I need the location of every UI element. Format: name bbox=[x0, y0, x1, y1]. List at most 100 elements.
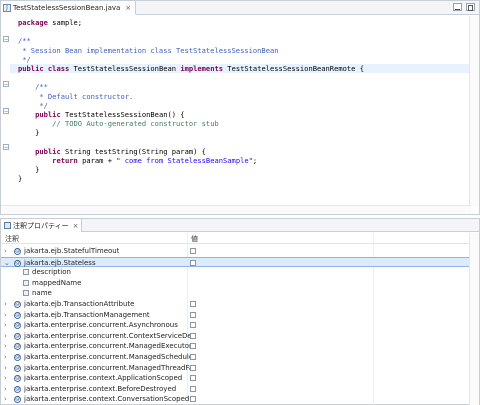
column-header-value[interactable]: 値 bbox=[191, 234, 198, 244]
expand-right-icon[interactable]: › bbox=[4, 246, 7, 256]
code-text: } bbox=[18, 174, 23, 184]
expand-right-icon[interactable]: › bbox=[4, 320, 7, 330]
annotation-row[interactable]: › @ jakarta.enterprise.concurrent.ManagedT… bbox=[1, 363, 471, 374]
code-line[interactable]: * Session Bean implementation class Test… bbox=[18, 46, 278, 55]
editor-window-controls bbox=[453, 3, 475, 11]
annotation-row[interactable]: › @ jakarta.enterprise.context.BeforeDestr… bbox=[1, 384, 471, 395]
code-text: param + bbox=[77, 156, 117, 165]
code-area[interactable]: − − − − package sample; /** * Session Bea… bbox=[1, 16, 471, 206]
fold-collapse-icon[interactable]: − bbox=[3, 81, 9, 88]
code-text: } bbox=[18, 128, 40, 138]
code-line[interactable]: /** bbox=[18, 82, 48, 91]
value-checkbox[interactable] bbox=[190, 259, 196, 266]
value-checkbox[interactable] bbox=[190, 332, 196, 339]
row-label: mappedName bbox=[32, 278, 82, 287]
code-line[interactable]: public TestStatelessSessionBean() { bbox=[18, 110, 184, 119]
row-label: jakarta.enterprise.context.ApplicationSc… bbox=[24, 374, 183, 383]
value-checkbox[interactable] bbox=[190, 385, 196, 392]
code-line[interactable]: } bbox=[18, 128, 39, 137]
fold-collapse-icon[interactable]: − bbox=[3, 108, 9, 115]
column-header-annotation[interactable]: 注釈 bbox=[5, 234, 19, 244]
row-label: jakarta.enterprise.concurrent.Asynchrono… bbox=[24, 321, 178, 330]
code-line[interactable]: return param + " come from StatelessBean… bbox=[18, 156, 257, 165]
close-icon[interactable]: × bbox=[125, 4, 131, 12]
annotation-row[interactable]: › @ jakarta.enterprise.concurrent.ManagedS… bbox=[1, 352, 471, 363]
fold-collapse-icon[interactable]: − bbox=[3, 36, 9, 43]
annotation-row[interactable]: › @ jakarta.ejb.TransactionAttribute bbox=[1, 299, 471, 310]
editor-vertical-scrollbar[interactable] bbox=[469, 16, 479, 206]
code-string: " come from StatelessBeanSample" bbox=[116, 156, 253, 165]
editor-horizontal-scrollbar[interactable] bbox=[1, 205, 471, 214]
code-line[interactable]: /** bbox=[18, 36, 31, 45]
properties-view-icon bbox=[4, 222, 11, 229]
value-checkbox[interactable] bbox=[190, 364, 196, 371]
code-keyword: implements bbox=[180, 64, 224, 73]
row-label: jakarta.ejb.TransactionAttribute bbox=[24, 300, 135, 308]
expand-right-icon[interactable]: › bbox=[4, 352, 7, 362]
code-text: ; bbox=[252, 156, 258, 165]
annotation-row[interactable]: ⌄ @ jakarta.ejb.Stateless bbox=[1, 256, 471, 268]
maximize-button[interactable] bbox=[466, 3, 475, 11]
annotation-row[interactable]: › @ jakarta.enterprise.concurrent.ContextS… bbox=[1, 331, 471, 342]
editor-tab[interactable]: J TestStatelessSessionBean.java × bbox=[1, 1, 137, 15]
minimize-button[interactable] bbox=[453, 3, 462, 11]
code-keyword: package bbox=[18, 18, 48, 27]
code-comment: Auto-generated constructor stub bbox=[82, 119, 219, 129]
attribute-row[interactable]: mappedName bbox=[1, 278, 471, 289]
attribute-icon bbox=[23, 290, 29, 297]
code-line[interactable]: */ bbox=[18, 101, 48, 110]
value-checkbox[interactable] bbox=[190, 375, 196, 382]
code-line[interactable]: } bbox=[18, 165, 39, 174]
row-label: jakarta.enterprise.context.BeforeDestroy… bbox=[24, 384, 177, 393]
row-label: description bbox=[32, 268, 71, 277]
expand-right-icon[interactable]: › bbox=[4, 373, 7, 383]
code-text: String testString(String param) { bbox=[60, 146, 206, 156]
annotation-row[interactable]: › @ jakarta.enterprise.context.Conversatio… bbox=[1, 394, 471, 405]
value-checkbox[interactable] bbox=[190, 248, 196, 254]
code-line[interactable]: public class TestStatelessSessionBean im… bbox=[10, 64, 471, 73]
value-checkbox[interactable] bbox=[190, 322, 196, 329]
annotation-row[interactable]: › @ jakarta.ejb.TransactionManagement bbox=[1, 310, 471, 321]
annotation-row[interactable]: › @ jakarta.enterprise.concurrent.ManagedE… bbox=[1, 341, 471, 352]
expand-right-icon[interactable]: › bbox=[4, 341, 7, 351]
annotation-row[interactable]: › @ jakarta.enterprise.concurrent.Asynchro… bbox=[1, 320, 471, 331]
code-line[interactable]: public String testString(String param) { bbox=[18, 147, 206, 156]
expand-right-icon[interactable]: › bbox=[4, 363, 7, 373]
code-comment: */ bbox=[18, 100, 48, 110]
value-checkbox[interactable] bbox=[190, 396, 196, 403]
value-checkbox[interactable] bbox=[190, 343, 196, 350]
expand-right-icon[interactable]: › bbox=[4, 331, 7, 341]
expand-right-icon[interactable]: › bbox=[4, 394, 7, 404]
fold-collapse-icon[interactable]: − bbox=[3, 144, 9, 151]
annotation-icon: @ bbox=[14, 301, 21, 308]
annotation-icon: @ bbox=[14, 385, 21, 393]
code-line[interactable]: * Default constructor. bbox=[18, 92, 133, 101]
value-checkbox[interactable] bbox=[190, 301, 196, 307]
properties-vertical-scrollbar[interactable] bbox=[469, 233, 479, 405]
annotation-row[interactable]: › @ jakarta.enterprise.context.Application… bbox=[1, 373, 471, 384]
code-line[interactable]: // TODO Auto-generated constructor stub bbox=[18, 119, 219, 128]
editor-tab-bar: J TestStatelessSessionBean.java × bbox=[1, 1, 479, 15]
row-label: jakarta.ejb.TransactionManagement bbox=[24, 310, 150, 319]
code-text: sample; bbox=[47, 18, 83, 27]
expand-down-icon[interactable]: ⌄ bbox=[4, 258, 10, 268]
properties-tab[interactable]: 注釈プロパティー × bbox=[1, 219, 83, 232]
code-line[interactable]: package sample; bbox=[18, 18, 82, 27]
attribute-row[interactable]: name bbox=[1, 288, 471, 299]
row-label: jakarta.enterprise.concurrent.ManagedExe… bbox=[24, 342, 190, 351]
attribute-row[interactable]: description bbox=[1, 267, 471, 278]
code-comment: /** bbox=[18, 36, 31, 46]
java-editor[interactable]: J TestStatelessSessionBean.java × − − − … bbox=[0, 0, 480, 215]
close-icon[interactable]: × bbox=[73, 222, 79, 230]
expand-right-icon[interactable]: › bbox=[4, 299, 7, 309]
code-comment: // bbox=[18, 119, 65, 129]
expand-right-icon[interactable]: › bbox=[4, 310, 7, 320]
value-checkbox[interactable] bbox=[190, 354, 196, 360]
expand-right-icon[interactable]: › bbox=[4, 384, 7, 394]
code-line[interactable]: } bbox=[18, 174, 22, 183]
annotation-row[interactable]: › @ jakarta.ejb.StatefulTimeout bbox=[1, 246, 471, 257]
value-checkbox[interactable] bbox=[190, 311, 196, 318]
code-line[interactable]: */ bbox=[18, 55, 31, 64]
